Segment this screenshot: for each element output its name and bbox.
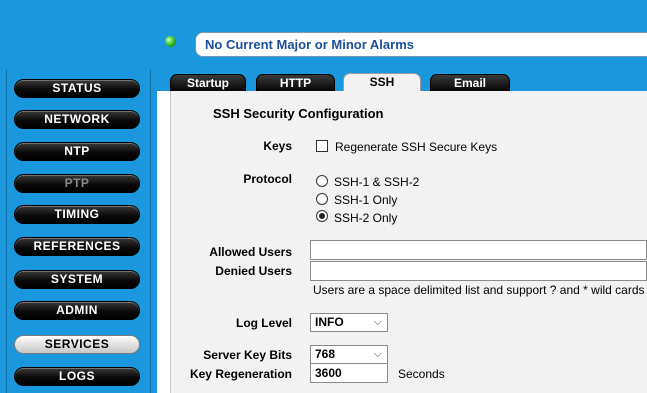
log-level-select[interactable]: INFO ⌵	[310, 313, 388, 332]
nav-ntp-button[interactable]: NTP	[14, 142, 140, 161]
nav-timing-button[interactable]: TIMING	[14, 205, 140, 224]
key-regeneration-unit: Seconds	[398, 367, 445, 381]
section-title: SSH Security Configuration	[213, 106, 384, 121]
protocol-radio-ssh1-ssh2[interactable]	[316, 175, 328, 187]
allowed-users-input[interactable]	[310, 240, 647, 260]
alarm-status-led-icon	[165, 36, 176, 47]
alarm-status-banner: No Current Major or Minor Alarms	[195, 32, 647, 57]
protocol-radio-ssh2-only[interactable]	[316, 210, 328, 222]
server-key-bits-value: 768	[315, 347, 336, 361]
denied-users-input[interactable]	[310, 261, 647, 281]
chevron-down-icon: ⌵	[373, 348, 382, 360]
alarm-status-text: No Current Major or Minor Alarms	[205, 37, 414, 52]
regenerate-keys-checkbox[interactable]	[316, 140, 328, 152]
key-regeneration-input[interactable]: 3600	[310, 363, 388, 383]
protocol-radio-ssh1-only[interactable]	[316, 193, 328, 205]
protocol-option-ssh1-ssh2: SSH-1 & SSH-2	[334, 175, 420, 189]
key-regeneration-label: Key Regeneration	[189, 367, 292, 381]
nav-ptp-button[interactable]: PTP	[14, 174, 140, 193]
nav-references-button[interactable]: REFERENCES	[14, 237, 140, 256]
tab-http[interactable]: HTTP	[256, 74, 335, 91]
log-level-value: INFO	[315, 315, 344, 329]
protocol-label: Protocol	[243, 172, 292, 186]
nav-logs-button[interactable]: LOGS	[14, 367, 140, 386]
allowed-users-label: Allowed Users	[209, 245, 292, 259]
tab-startup[interactable]: Startup	[170, 74, 246, 91]
server-key-bits-label: Server Key Bits	[203, 348, 292, 362]
tab-email[interactable]: Email	[430, 74, 510, 91]
log-level-label: Log Level	[235, 316, 292, 330]
nav-system-button[interactable]: SYSTEM	[14, 270, 140, 289]
users-hint-text: Users are a space delimited list and sup…	[313, 283, 645, 297]
regenerate-keys-option-label: Regenerate SSH Secure Keys	[335, 140, 498, 154]
chevron-down-icon: ⌵	[373, 316, 382, 328]
denied-users-label: Denied Users	[215, 264, 292, 278]
nav-network-button[interactable]: NETWORK	[14, 110, 140, 129]
nav-admin-button[interactable]: ADMIN	[14, 301, 140, 320]
protocol-option-ssh2-only: SSH-2 Only	[334, 211, 398, 225]
server-key-bits-select[interactable]: 768 ⌵	[310, 345, 388, 364]
tab-ssh[interactable]: SSH	[343, 73, 421, 92]
nav-status-button[interactable]: STATUS	[14, 79, 140, 98]
protocol-option-ssh1-only: SSH-1 Only	[334, 193, 398, 207]
nav-services-button[interactable]: SERVICES	[14, 335, 140, 354]
keys-label: Keys	[263, 139, 292, 153]
